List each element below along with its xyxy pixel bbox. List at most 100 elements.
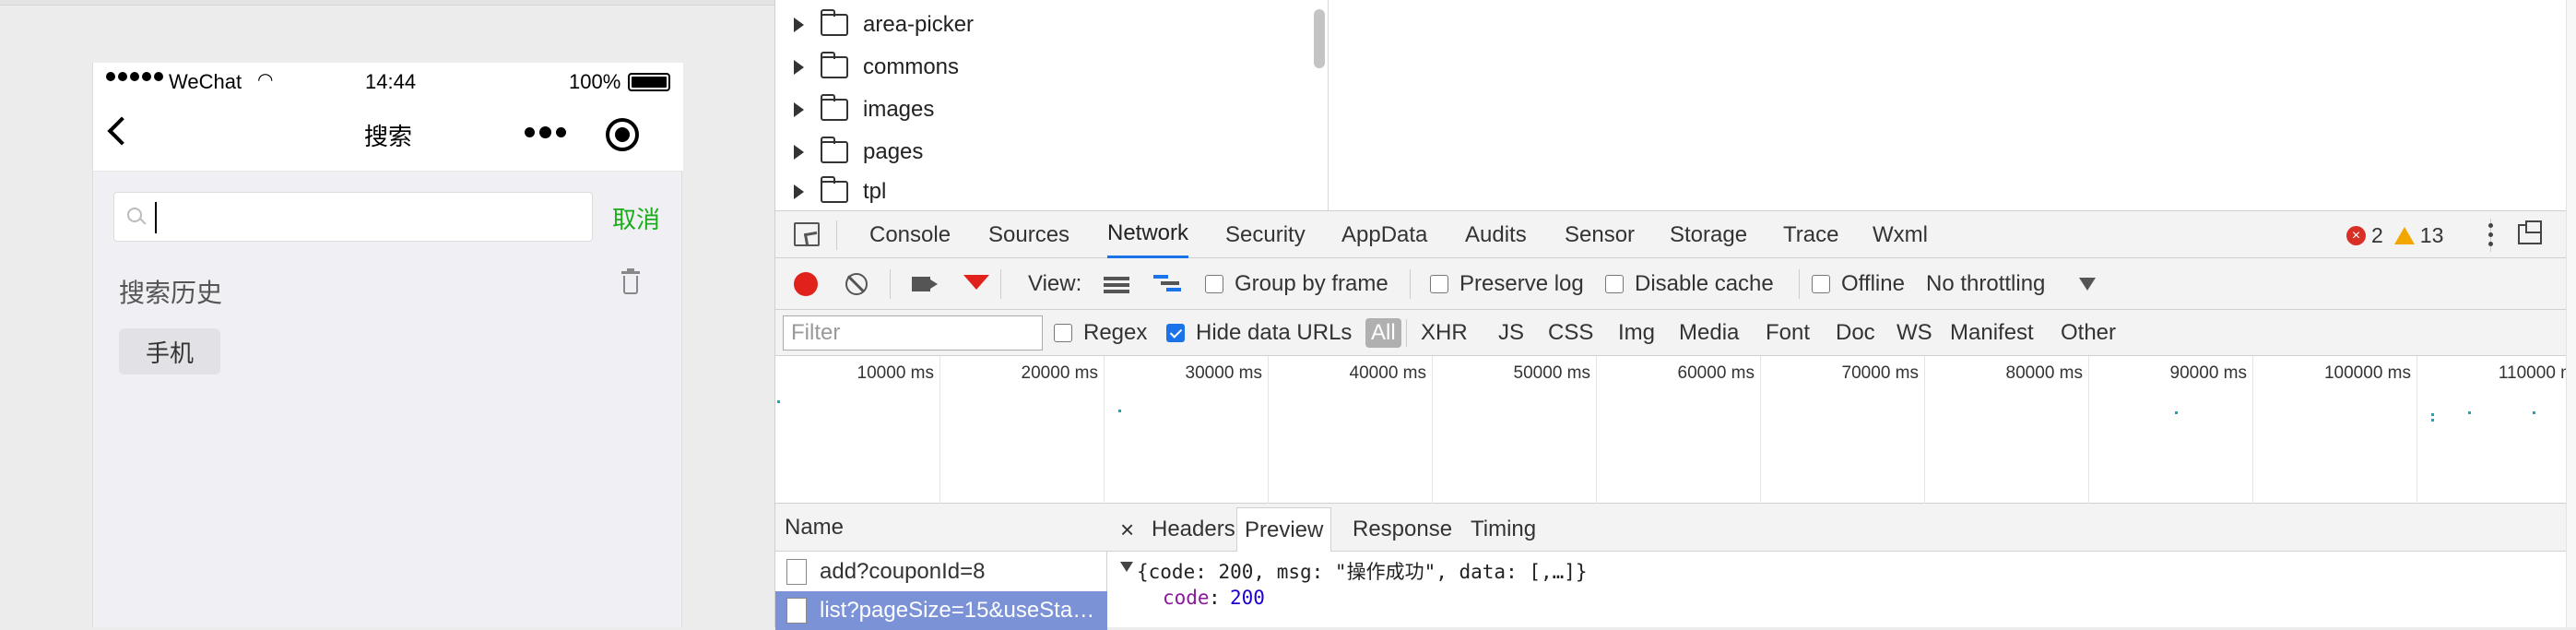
checkbox-label: Group by frame xyxy=(1235,271,1388,296)
expand-arrow-icon[interactable] xyxy=(794,60,804,75)
timeline-tick-label: 20000 ms xyxy=(1021,363,1098,383)
more-icon[interactable] xyxy=(525,126,566,138)
cancel-button[interactable]: 取消 xyxy=(612,201,660,235)
close-detail-button[interactable]: × xyxy=(1113,507,1141,552)
tab-response[interactable]: Response xyxy=(1345,507,1459,552)
checkbox-label: Offline xyxy=(1841,271,1905,296)
checkbox-label: Disable cache xyxy=(1635,271,1774,296)
tab-security[interactable]: Security xyxy=(1225,211,1306,258)
type-filter-xhr[interactable]: XHR xyxy=(1421,310,1468,356)
type-filter-doc[interactable]: Doc xyxy=(1836,310,1875,356)
filter-input[interactable]: Filter xyxy=(783,315,1043,351)
filter-icon[interactable] xyxy=(963,275,989,290)
hide-data-urls-toggle[interactable]: Hide data URLs xyxy=(1166,310,1352,356)
expand-arrow-icon[interactable] xyxy=(794,184,804,199)
tab-timing[interactable]: Timing xyxy=(1463,507,1543,552)
throttling-select[interactable]: No throttling xyxy=(1926,258,2045,310)
tree-item[interactable]: commons xyxy=(794,47,959,88)
record-button[interactable] xyxy=(794,272,818,296)
dock-icon[interactable] xyxy=(2518,220,2542,244)
type-filter-js[interactable]: JS xyxy=(1498,310,1524,356)
folder-icon xyxy=(821,9,848,36)
tab-preview[interactable]: Preview xyxy=(1236,507,1332,552)
type-filter-label: All xyxy=(1371,320,1396,345)
type-filter-label: Font xyxy=(1766,320,1811,345)
type-filter-img[interactable]: Img xyxy=(1618,310,1655,356)
timeline-overview[interactable]: 10000 ms 20000 ms 30000 ms 40000 ms 50000 ms… xyxy=(775,356,2576,504)
request-row-selected[interactable]: list?pageSize=15&useSta… xyxy=(775,591,1107,630)
tab-label: Timing xyxy=(1471,517,1537,541)
checkbox-label: Regex xyxy=(1083,320,1148,345)
type-filter-manifest[interactable]: Manifest xyxy=(1950,310,2034,356)
request-name: add?couponId=8 xyxy=(820,559,986,584)
search-input[interactable] xyxy=(113,192,593,242)
tree-item[interactable]: images xyxy=(794,89,934,130)
chevron-down-icon[interactable] xyxy=(2079,278,2096,291)
collapse-arrow-icon[interactable] xyxy=(1120,562,1133,572)
tree-item[interactable]: pages xyxy=(794,132,923,172)
tab-network[interactable]: Network xyxy=(1107,211,1189,258)
detail-tab-bar: × Headers Preview Response Timing xyxy=(1107,504,2576,552)
name-column-header[interactable]: Name xyxy=(775,504,1107,552)
tab-appdata[interactable]: AppData xyxy=(1341,211,1427,258)
type-filter-media[interactable]: Media xyxy=(1679,310,1739,356)
tab-trace[interactable]: Trace xyxy=(1783,211,1838,258)
group-by-frame-checkbox[interactable] xyxy=(1205,275,1223,293)
tree-item-label: pages xyxy=(863,139,924,164)
checkbox-label: Preserve log xyxy=(1459,271,1584,296)
folder-icon xyxy=(821,52,848,78)
inspect-element-icon[interactable] xyxy=(794,222,820,247)
tab-storage[interactable]: Storage xyxy=(1670,211,1747,258)
tab-sources[interactable]: Sources xyxy=(988,211,1069,258)
timeline-gridline xyxy=(1268,356,1269,504)
folder-icon xyxy=(821,137,848,163)
timeline-gridline xyxy=(2416,356,2417,504)
timeline-tick-label: 70000 ms xyxy=(1841,363,1919,383)
history-tag[interactable]: 手机 xyxy=(119,328,220,374)
clear-icon[interactable] xyxy=(845,273,868,295)
tree-scrollbar[interactable] xyxy=(1314,9,1325,68)
type-filter-css[interactable]: CSS xyxy=(1548,310,1593,356)
screenshot-icon[interactable] xyxy=(912,277,938,291)
kebab-menu-icon[interactable] xyxy=(2488,223,2494,249)
filter-bar: Filter Regex Hide data URLs All XHR JS C… xyxy=(775,310,2576,356)
tree-item[interactable]: area-picker xyxy=(794,5,974,45)
disable-cache-checkbox[interactable] xyxy=(1605,275,1624,293)
request-row[interactable]: add?couponId=8 xyxy=(775,553,1107,591)
disable-cache-toggle[interactable]: Disable cache xyxy=(1605,258,1774,310)
expand-arrow-icon[interactable] xyxy=(794,145,804,160)
tab-sensor[interactable]: Sensor xyxy=(1565,211,1635,258)
expand-arrow-icon[interactable] xyxy=(794,102,804,117)
offline-checkbox[interactable] xyxy=(1812,275,1830,293)
regex-toggle[interactable]: Regex xyxy=(1054,310,1147,356)
preserve-log-toggle[interactable]: Preserve log xyxy=(1430,258,1584,310)
timeline-tick-label: 110000 m xyxy=(2498,363,2575,383)
expand-arrow-icon[interactable] xyxy=(794,18,804,32)
type-filter-ws[interactable]: WS xyxy=(1897,310,1932,356)
large-rows-icon[interactable] xyxy=(1104,277,1129,293)
waterfall-icon[interactable] xyxy=(1153,275,1183,295)
type-filter-all[interactable]: All xyxy=(1365,318,1401,348)
tab-console[interactable]: Console xyxy=(869,211,951,258)
tab-headers[interactable]: Headers xyxy=(1144,507,1243,552)
tab-audits[interactable]: Audits xyxy=(1465,211,1527,258)
trash-icon[interactable] xyxy=(619,268,643,299)
hide-data-urls-checkbox[interactable] xyxy=(1166,324,1185,342)
close-capsule-icon[interactable] xyxy=(606,118,639,151)
close-icon: × xyxy=(1120,515,1135,543)
folder-icon xyxy=(821,94,848,121)
regex-checkbox[interactable] xyxy=(1054,324,1072,342)
phone-screen: WeChat ◠ 14:44 100% 搜索 取消 搜索历史 手机 xyxy=(92,63,683,627)
type-filter-font[interactable]: Font xyxy=(1766,310,1810,356)
warning-count: 13 xyxy=(2419,223,2444,247)
timeline-tick-label: 30000 ms xyxy=(1185,363,1262,383)
preserve-log-checkbox[interactable] xyxy=(1430,275,1448,293)
tab-wxml[interactable]: Wxml xyxy=(1873,211,1928,258)
filter-placeholder: Filter xyxy=(791,320,841,345)
type-filter-other[interactable]: Other xyxy=(2061,310,2116,356)
tree-item[interactable]: tpl xyxy=(794,174,886,209)
group-by-frame-toggle[interactable]: Group by frame xyxy=(1205,258,1388,310)
offline-toggle[interactable]: Offline xyxy=(1812,258,1905,310)
view-label: View: xyxy=(1028,271,1082,296)
issue-counters[interactable]: × 2 13 xyxy=(2346,223,2443,248)
